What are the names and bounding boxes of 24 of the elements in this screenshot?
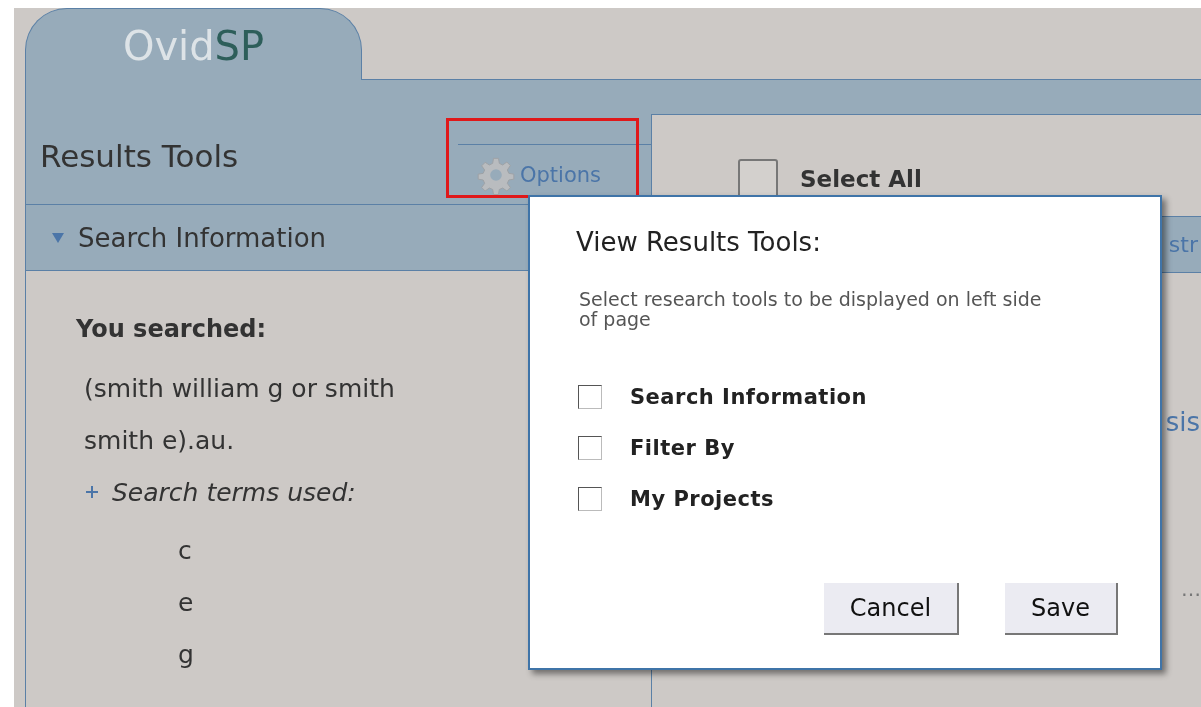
select-all-label[interactable]: Select All [800,166,922,192]
section-title: Search Information [78,222,327,253]
logo-text: SP [214,23,265,71]
search-term: c [178,535,192,567]
option-label[interactable]: My Projects [630,487,774,511]
option-label[interactable]: Search Information [630,385,867,409]
search-query-line: smith e).au. [84,425,235,457]
cancel-button[interactable]: Cancel [823,583,960,635]
save-button[interactable]: Save [1005,583,1118,635]
option-label[interactable]: Filter By [630,436,735,460]
plus-icon[interactable] [84,484,100,500]
ellipsis-text: … [1181,577,1201,601]
search-term: e [178,587,194,619]
checkbox[interactable] [578,436,602,460]
checkbox[interactable] [578,385,602,409]
toolbar-text: str [1168,232,1198,257]
search-query-line: (smith william g or smith [84,373,395,405]
terms-label: Search terms used: [112,477,356,507]
checkbox[interactable] [578,487,602,511]
panel-title: Results Tools [40,138,239,174]
logo-text: Ovid [122,23,215,71]
section-heading: You searched: [76,315,267,343]
dialog-subtitle: Select research tools to be displayed on left side of page [579,289,1043,329]
search-term: g [178,639,194,671]
